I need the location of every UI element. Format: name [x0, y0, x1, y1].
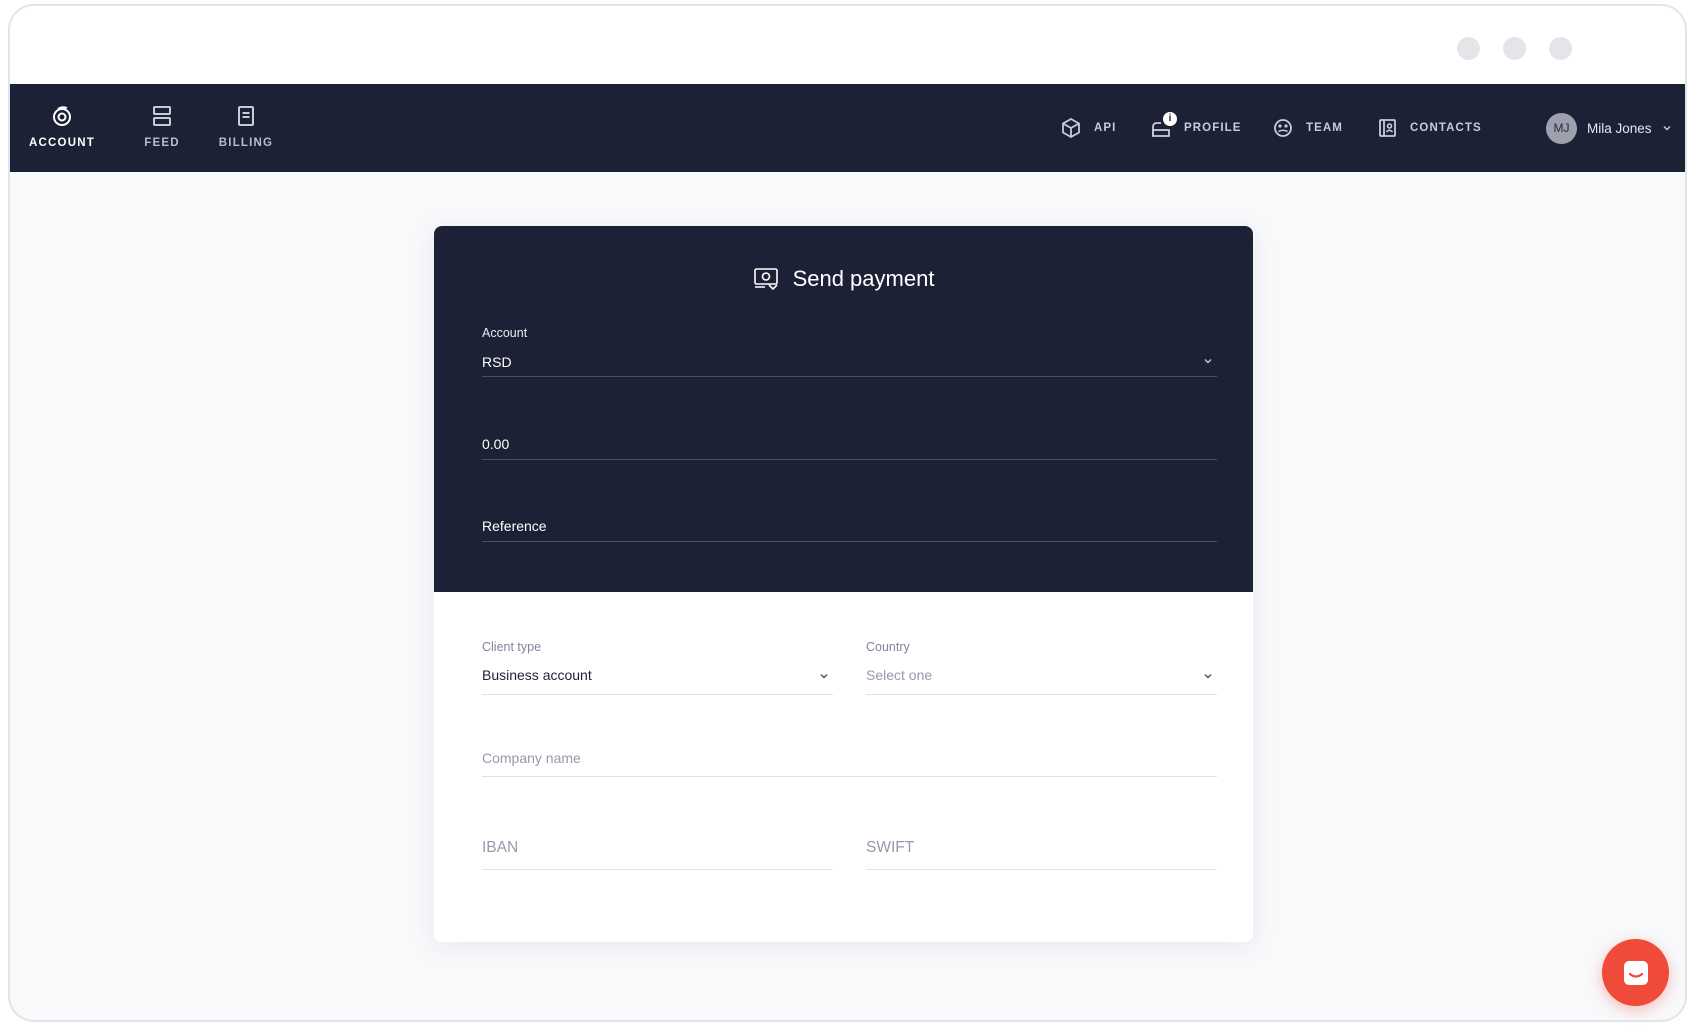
window-dot	[1503, 37, 1526, 60]
iban-placeholder: IBAN	[482, 839, 519, 856]
nav-contacts[interactable]: CONTACTS	[1376, 84, 1482, 172]
nav-api[interactable]: API	[1060, 84, 1116, 172]
team-icon	[1274, 119, 1292, 137]
chevron-down-icon	[1204, 674, 1212, 679]
nav-profile[interactable]: i PROFILE	[1150, 84, 1242, 172]
swift-placeholder: SWIFT	[866, 839, 915, 856]
tab-feed-label: FEED	[144, 137, 180, 149]
nav-team[interactable]: TEAM	[1272, 84, 1343, 172]
company-name-input[interactable]: Company name	[482, 750, 1217, 777]
tab-billing-label: BILLING	[218, 137, 274, 149]
account-value: RSD	[482, 354, 512, 370]
reference-input[interactable]: Reference	[482, 518, 1217, 542]
account-icon	[53, 106, 71, 126]
nav-profile-label: PROFILE	[1184, 122, 1242, 134]
chevron-down-icon	[820, 674, 828, 679]
tab-account[interactable]: ACCOUNT	[29, 80, 95, 172]
chevron-down-icon	[1663, 126, 1671, 131]
account-select[interactable]: Account RSD	[482, 326, 1217, 377]
field-underline	[866, 694, 1217, 695]
field-underline	[866, 869, 1217, 870]
nav-team-label: TEAM	[1306, 122, 1343, 134]
send-payment-card: Send payment Account RSD 0.00 Reference …	[434, 226, 1253, 942]
nav-api-label: API	[1094, 122, 1117, 134]
amount-value: 0.00	[482, 436, 510, 452]
client-type-label: Client type	[482, 640, 542, 654]
company-name-placeholder: Company name	[482, 750, 581, 766]
chat-button[interactable]	[1602, 939, 1669, 1006]
swift-input[interactable]: SWIFT	[866, 839, 1217, 870]
chat-icon	[1623, 960, 1648, 985]
country-label: Country	[866, 640, 910, 654]
page-title: Send payment	[792, 266, 935, 291]
client-type-select[interactable]: Client type Business account	[482, 640, 833, 695]
nav-contacts-label: CONTACTS	[1410, 122, 1482, 134]
window-dot	[1457, 37, 1480, 60]
field-underline	[482, 541, 1217, 542]
tab-billing[interactable]: BILLING	[212, 84, 280, 172]
tab-account-label: ACCOUNT	[29, 137, 95, 149]
payment-icon	[753, 268, 778, 291]
user-name: Mila Jones	[1587, 120, 1652, 136]
window-dot	[1549, 37, 1572, 60]
country-select[interactable]: Country Select one	[866, 640, 1217, 695]
top-nav: ACCOUNT FEED BILLING API i PROFILE TEAM …	[10, 80, 1685, 172]
window-titlebar	[10, 6, 1685, 84]
field-underline	[482, 869, 833, 870]
api-icon	[1062, 117, 1080, 139]
active-tab-indicator	[30, 80, 94, 84]
reference-placeholder: Reference	[482, 518, 547, 534]
card-title: Send payment	[434, 266, 1253, 292]
field-underline	[482, 459, 1217, 460]
profile-badge: i	[1163, 112, 1177, 126]
country-placeholder: Select one	[866, 667, 933, 683]
avatar: MJ	[1546, 112, 1577, 144]
card-header-section: Send payment Account RSD 0.00 Reference	[434, 226, 1253, 592]
account-label: Account	[482, 326, 528, 340]
feed-icon	[153, 106, 171, 126]
billing-icon	[238, 106, 254, 126]
tab-feed[interactable]: FEED	[134, 84, 190, 172]
amount-input[interactable]: 0.00	[482, 436, 1217, 460]
iban-input[interactable]: IBAN	[482, 839, 833, 870]
contacts-icon	[1379, 119, 1396, 137]
user-menu[interactable]: MJ Mila Jones	[1546, 84, 1672, 172]
field-underline	[482, 376, 1217, 377]
client-type-value: Business account	[482, 667, 592, 683]
field-underline	[482, 776, 1217, 777]
chevron-down-icon	[1204, 359, 1212, 364]
field-underline	[482, 694, 833, 695]
